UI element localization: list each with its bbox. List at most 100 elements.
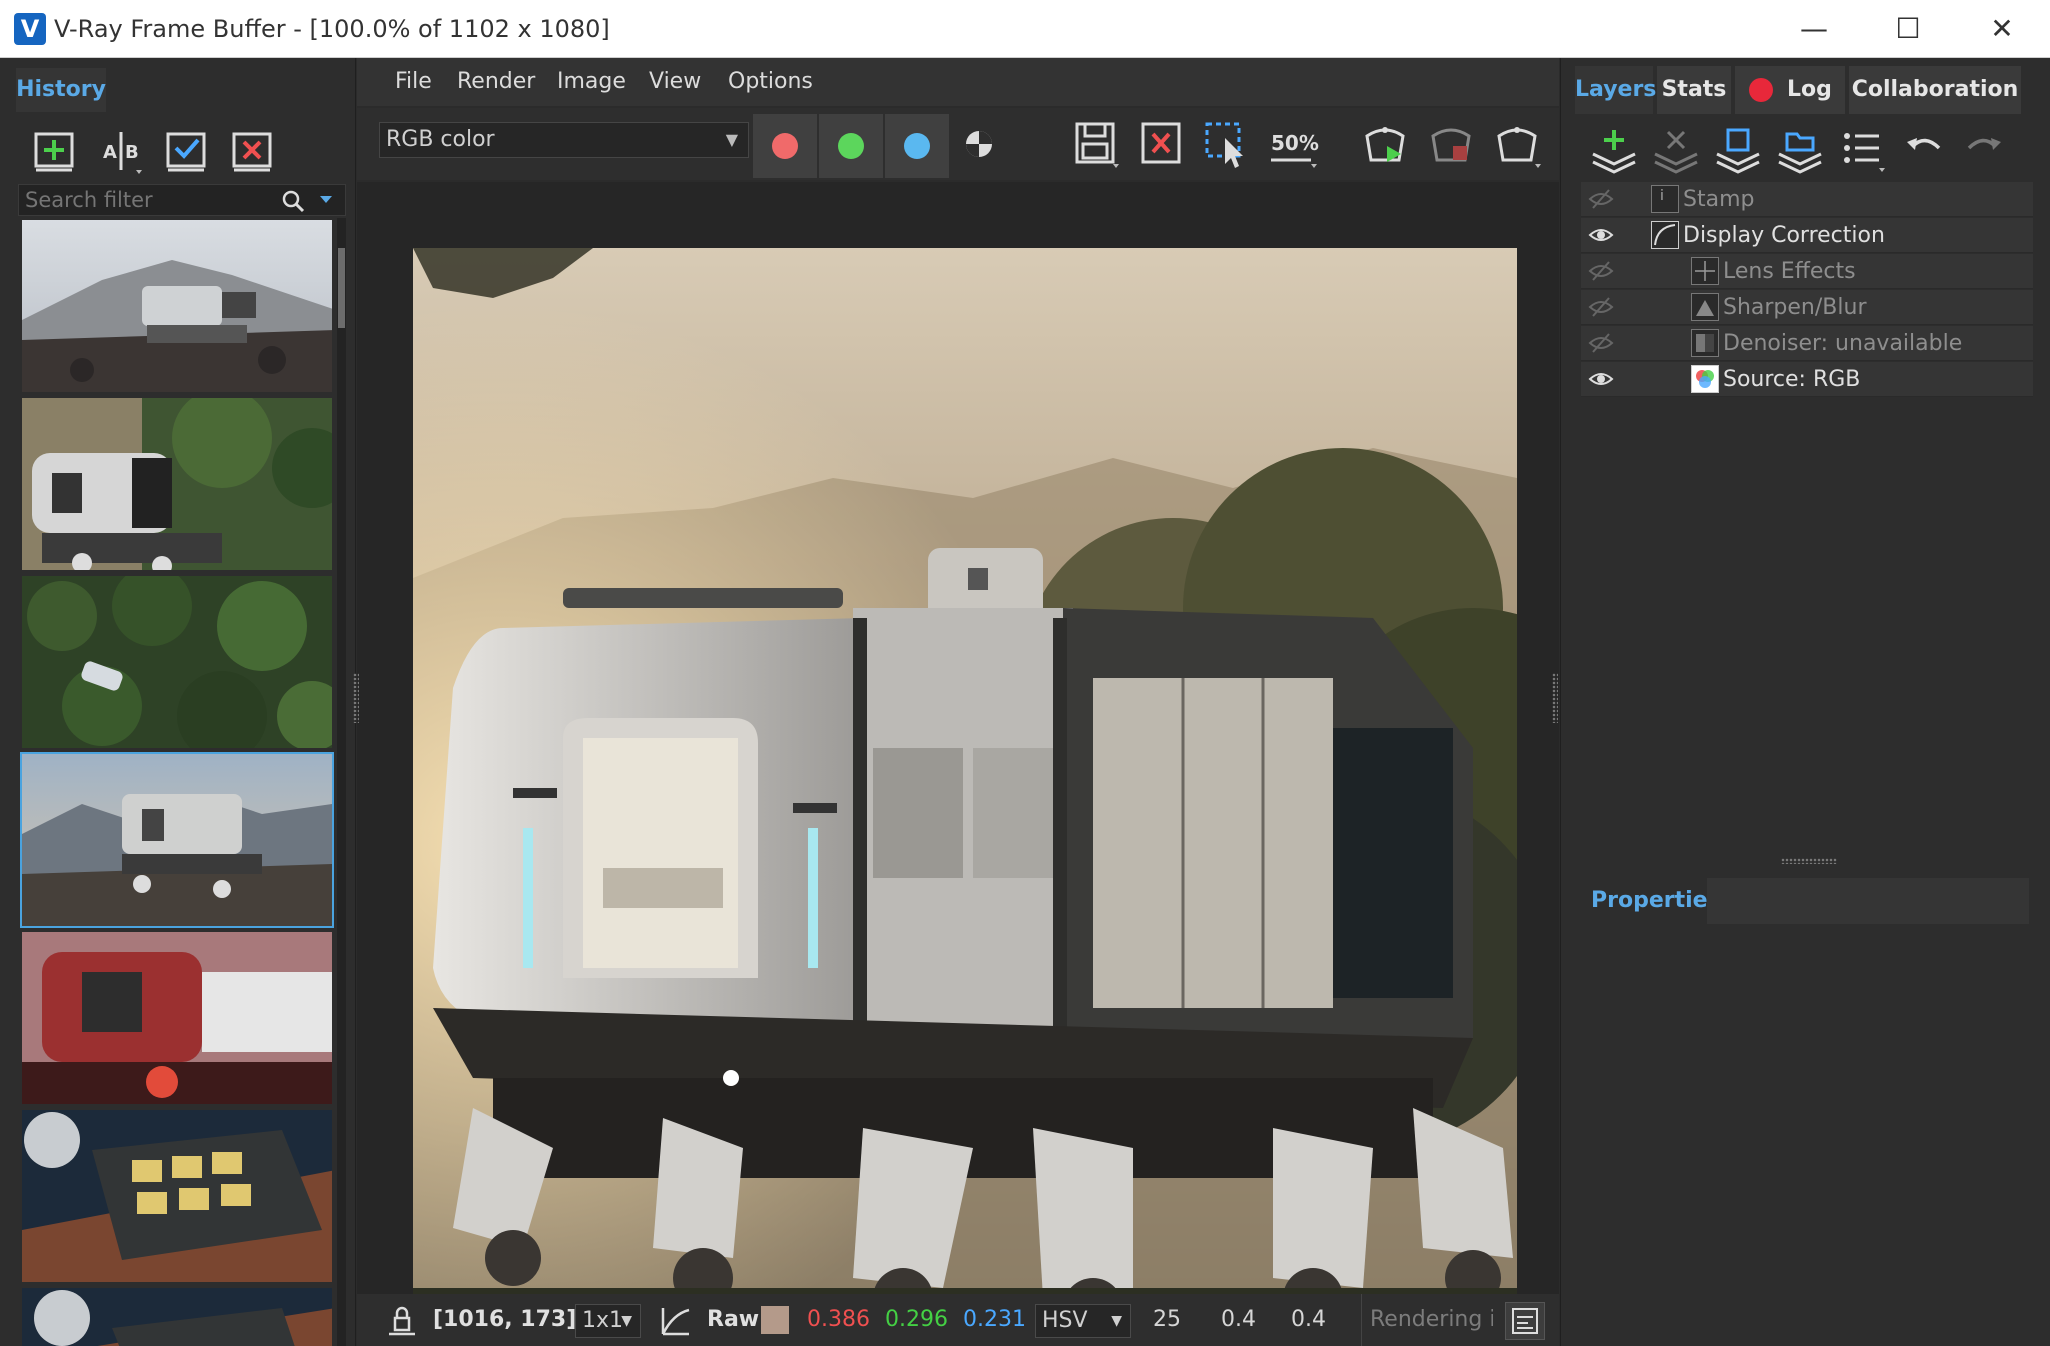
eye-visible-icon[interactable] — [1587, 222, 1615, 248]
search-input[interactable] — [25, 185, 275, 215]
layer-row-stamp[interactable]: i Stamp — [1581, 182, 2033, 217]
delete-layer-icon[interactable] — [1651, 124, 1701, 174]
save-image-icon[interactable] — [1067, 116, 1123, 172]
resolution-50-icon[interactable]: 50% — [1265, 116, 1321, 172]
blue-channel-button[interactable] — [885, 114, 949, 178]
svg-text:B: B — [125, 142, 139, 163]
red-value: 0.386 — [807, 1307, 870, 1332]
color-space-select[interactable]: HSV ▼ — [1035, 1304, 1131, 1338]
green-value: 0.296 — [885, 1307, 948, 1332]
history-thumb-4-selected[interactable] — [20, 752, 334, 928]
layers-panel: Layers Stats Log Collaboration i Stamp D… — [1560, 58, 2050, 1346]
render-image[interactable] — [413, 248, 1517, 1330]
color-swatch — [761, 1306, 789, 1334]
redo-icon[interactable] — [1959, 124, 2009, 174]
left-splitter-handle[interactable] — [353, 673, 359, 723]
green-dot-icon — [838, 133, 864, 159]
status-bar: [1016, 173] 1x1 ▼ Raw 0.386 0.296 0.231 H… — [357, 1294, 1559, 1346]
history-scrollbar[interactable] — [337, 218, 346, 1346]
right-splitter-handle[interactable] — [1552, 673, 1558, 723]
layer-name: Stamp — [1683, 187, 1755, 212]
blue-dot-icon — [904, 133, 930, 159]
history-thumb-6[interactable] — [20, 1108, 334, 1284]
eye-visible-icon[interactable] — [1587, 366, 1615, 392]
value-value: 0.4 — [1291, 1307, 1326, 1332]
search-icon[interactable] — [281, 189, 307, 213]
menu-file[interactable]: File — [395, 58, 432, 106]
history-scrollbar-thumb[interactable] — [338, 248, 345, 328]
log-error-dot-icon — [1749, 78, 1773, 102]
layer-name: Denoiser: unavailable — [1723, 331, 1963, 356]
frame-buffer-area: File Render Image View Options RGB color… — [353, 58, 1559, 1346]
eye-hidden-icon[interactable] — [1587, 330, 1615, 356]
layer-row-lens-effects[interactable]: Lens Effects — [1581, 254, 2033, 289]
load-layers-icon[interactable] — [1775, 124, 1825, 174]
tab-history[interactable]: History — [16, 68, 106, 112]
lock-cursor-icon[interactable] — [385, 1304, 419, 1338]
channel-select-value: RGB color — [386, 127, 495, 152]
tab-collaboration[interactable]: Collaboration — [1849, 66, 2021, 114]
hue-value: 25 — [1153, 1307, 1181, 1332]
channel-select[interactable]: RGB color ▼ — [379, 122, 749, 158]
tab-log[interactable]: Log — [1735, 66, 1845, 114]
layer-name: Display Correction — [1683, 223, 1885, 248]
render-progress-text: Rendering ir — [1361, 1294, 1493, 1346]
menu-options[interactable]: Options — [728, 58, 813, 106]
color-picker-curve-icon[interactable] — [659, 1304, 693, 1338]
lens-effects-icon — [1691, 257, 1719, 285]
undo-icon[interactable] — [1899, 124, 1949, 174]
start-interactive-render-icon[interactable] — [1357, 116, 1413, 172]
eye-hidden-icon[interactable] — [1587, 258, 1615, 284]
vfb-window: V V-Ray Frame Buffer - [100.0% of 1102 x… — [0, 0, 2050, 1346]
save-layers-icon[interactable] — [1713, 124, 1763, 174]
layer-row-display-correction[interactable]: Display Correction — [1581, 218, 2033, 253]
history-thumb-7[interactable] — [20, 1286, 334, 1346]
menu-render[interactable]: Render — [457, 58, 535, 106]
raw-mode-label[interactable]: Raw — [707, 1294, 759, 1346]
tab-stats[interactable]: Stats — [1657, 66, 1731, 114]
search-options-chevron-icon[interactable] — [319, 195, 333, 205]
render-log-button[interactable] — [1505, 1302, 1545, 1340]
history-thumb-3[interactable] — [20, 574, 334, 750]
ab-compare-icon[interactable]: AB — [96, 126, 146, 176]
svg-text:A: A — [103, 142, 117, 163]
layer-row-source-rgb[interactable]: Source: RGB — [1581, 362, 2033, 397]
menu-image[interactable]: Image — [557, 58, 626, 106]
layer-name: Lens Effects — [1723, 259, 1856, 284]
layer-toolbar — [1561, 118, 2050, 180]
history-thumb-2[interactable] — [20, 396, 334, 572]
minimize-button[interactable]: — — [1768, 0, 1860, 58]
log-window-icon — [1512, 1308, 1538, 1334]
save-to-history-icon[interactable] — [30, 126, 80, 176]
tab-log-label: Log — [1787, 77, 1832, 102]
remove-history-icon[interactable] — [228, 126, 278, 176]
menu-bar: File Render Image View Options — [357, 58, 1559, 106]
color-space-value: HSV — [1042, 1308, 1088, 1333]
stamp-icon: i — [1651, 185, 1679, 213]
layer-row-sharpen-blur[interactable]: Sharpen/Blur — [1581, 290, 2033, 325]
region-render-icon[interactable] — [1199, 116, 1255, 172]
menu-view[interactable]: View — [649, 58, 701, 106]
eye-hidden-icon[interactable] — [1587, 294, 1615, 320]
stop-render-icon[interactable] — [1423, 116, 1479, 172]
mono-channel-icon[interactable] — [955, 120, 1003, 168]
layer-presets-icon[interactable] — [1837, 124, 1887, 174]
maximize-button[interactable]: ☐ — [1862, 0, 1954, 58]
history-thumb-5[interactable] — [20, 930, 334, 1106]
history-search[interactable] — [18, 184, 346, 216]
red-channel-button[interactable] — [753, 114, 817, 178]
render-icon[interactable] — [1489, 116, 1545, 172]
layer-row-denoiser[interactable]: Denoiser: unavailable — [1581, 326, 2033, 361]
ratio-select[interactable]: 1x1 ▼ — [575, 1304, 641, 1338]
properties-splitter-handle[interactable] — [1781, 858, 1837, 864]
chevron-down-icon: ▼ — [621, 1313, 632, 1329]
green-channel-button[interactable] — [819, 114, 883, 178]
image-viewport[interactable] — [357, 182, 1559, 1342]
history-thumb-1[interactable] — [20, 218, 334, 394]
close-button[interactable]: ✕ — [1956, 0, 2048, 58]
tab-layers[interactable]: Layers — [1575, 66, 1656, 114]
add-layer-icon[interactable] — [1589, 124, 1639, 174]
clear-image-icon[interactable] — [1133, 116, 1189, 172]
load-history-icon[interactable] — [162, 126, 212, 176]
eye-hidden-icon[interactable] — [1587, 186, 1615, 212]
